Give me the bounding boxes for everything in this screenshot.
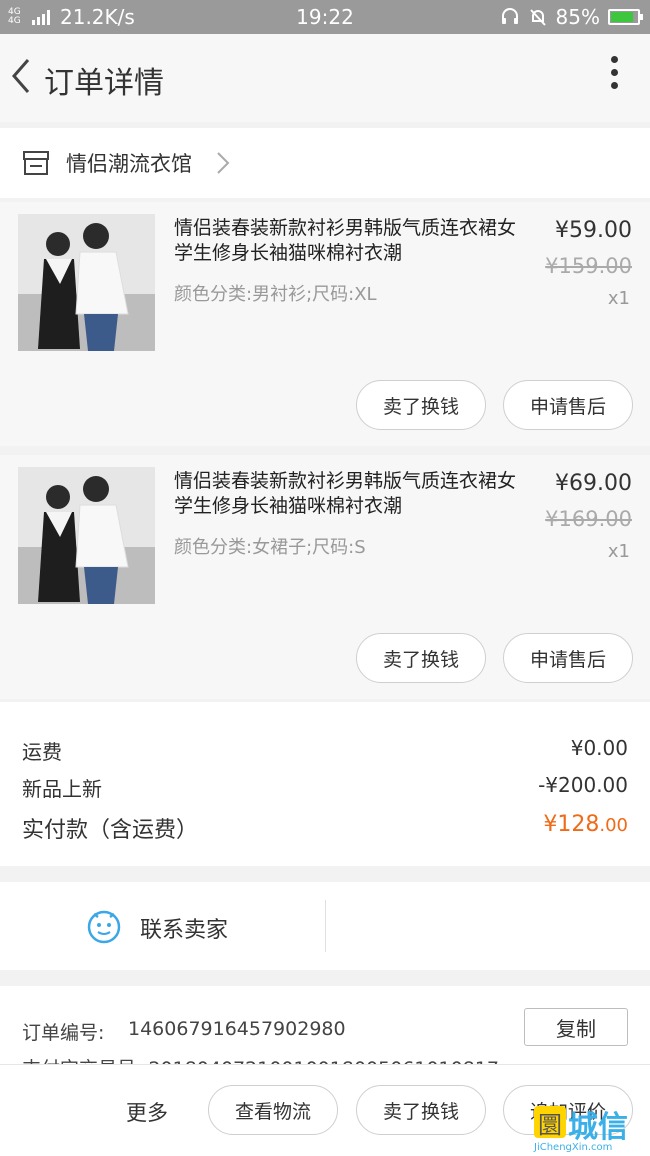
app-header: 订单详情 [0,34,650,122]
quantity: x1 [607,288,630,309]
headset-icon [501,8,518,24]
battery-percent: 85% [555,5,600,29]
order-info: 订单编号: 146067916457902980 复制 支付宝交易号: 2018… [0,986,650,1076]
shop-name: 情侣潮流衣馆 [66,152,192,176]
chat-face-icon[interactable] [86,908,122,944]
product-image[interactable] [18,467,155,604]
paid-value-cents: .00 [599,815,628,836]
resell-button[interactable]: 卖了换钱 [356,633,486,683]
copy-button[interactable]: 复制 [524,1008,628,1046]
contact-bar: 联系卖家 [0,882,650,970]
product-variant: 颜色分类:男衬衫;尺码:XL [174,284,377,305]
shop-row[interactable]: 情侣潮流衣馆 [0,128,650,198]
order-number-label: 订单编号: [22,1022,105,1044]
original-price: ¥169.00 [545,507,632,531]
promo-row: 新品上新 -¥200.00 [22,773,628,802]
mute-bell-icon [529,9,546,26]
clock: 19:22 [296,5,354,29]
product-image[interactable] [18,214,155,351]
store-icon [23,151,49,175]
chevron-right-icon [217,152,230,174]
quantity: x1 [607,541,630,562]
paid-row: 实付款（含运费） ¥128.00 [22,812,628,844]
product-variant: 颜色分类:女裙子;尺码:S [174,537,366,558]
shipping-row: 运费 ¥0.00 [22,736,628,765]
contact-seller-button[interactable]: 联系卖家 [140,912,228,944]
order-item: 情侣装春装新款衬衫男韩版气质连衣裙女学生修身长袖猫咪棉衬衣潮 颜色分类:女裙子;… [0,455,650,699]
original-price: ¥159.00 [545,254,632,278]
paid-label: 实付款（含运费） [22,818,199,843]
after-sales-button[interactable]: 申请售后 [503,380,633,430]
paid-value-main: ¥128 [543,812,600,837]
watermark-logo: 圜 城信 JiChengXin.com [530,1100,650,1155]
watermark-site: JiChengXin.com [534,1142,613,1153]
divider [325,900,326,952]
resell-button[interactable]: 卖了换钱 [356,1085,486,1135]
product-title[interactable]: 情侣装春装新款衬衫男韩版气质连衣裙女学生修身长袖猫咪棉衬衣潮 [174,469,524,519]
paid-value: ¥128.00 [543,812,628,844]
after-sales-button[interactable]: 申请售后 [503,633,633,683]
watermark-text: 城信 [568,1110,628,1145]
more-button[interactable]: 更多 [126,1097,168,1127]
promo-label: 新品上新 [22,777,102,801]
watermark-glyph: 圜 [534,1106,566,1139]
page-title: 订单详情 [44,66,164,101]
status-bar: 4G 4G 21.2K/s 19:22 85% [0,0,650,34]
resell-button[interactable]: 卖了换钱 [356,380,486,430]
back-chevron-icon[interactable] [8,56,38,96]
view-logistics-button[interactable]: 查看物流 [208,1085,338,1135]
shipping-value: ¥0.00 [570,736,628,760]
battery-icon [608,9,643,25]
product-price: ¥69.00 [555,471,632,496]
order-item: 情侣装春装新款衬衫男韩版气质连衣裙女学生修身长袖猫咪棉衬衣潮 颜色分类:男衬衫;… [0,202,650,446]
product-title[interactable]: 情侣装春装新款衬衫男韩版气质连衣裙女学生修身长袖猫咪棉衬衣潮 [174,216,524,266]
order-number: 146067916457902980 [128,1018,346,1040]
price-summary: 运费 ¥0.00 新品上新 -¥200.00 实付款（含运费） ¥128.00 [0,702,650,866]
product-price: ¥59.00 [555,218,632,243]
promo-value: -¥200.00 [538,773,628,797]
more-vertical-icon[interactable] [608,56,620,96]
shipping-label: 运费 [22,740,62,764]
